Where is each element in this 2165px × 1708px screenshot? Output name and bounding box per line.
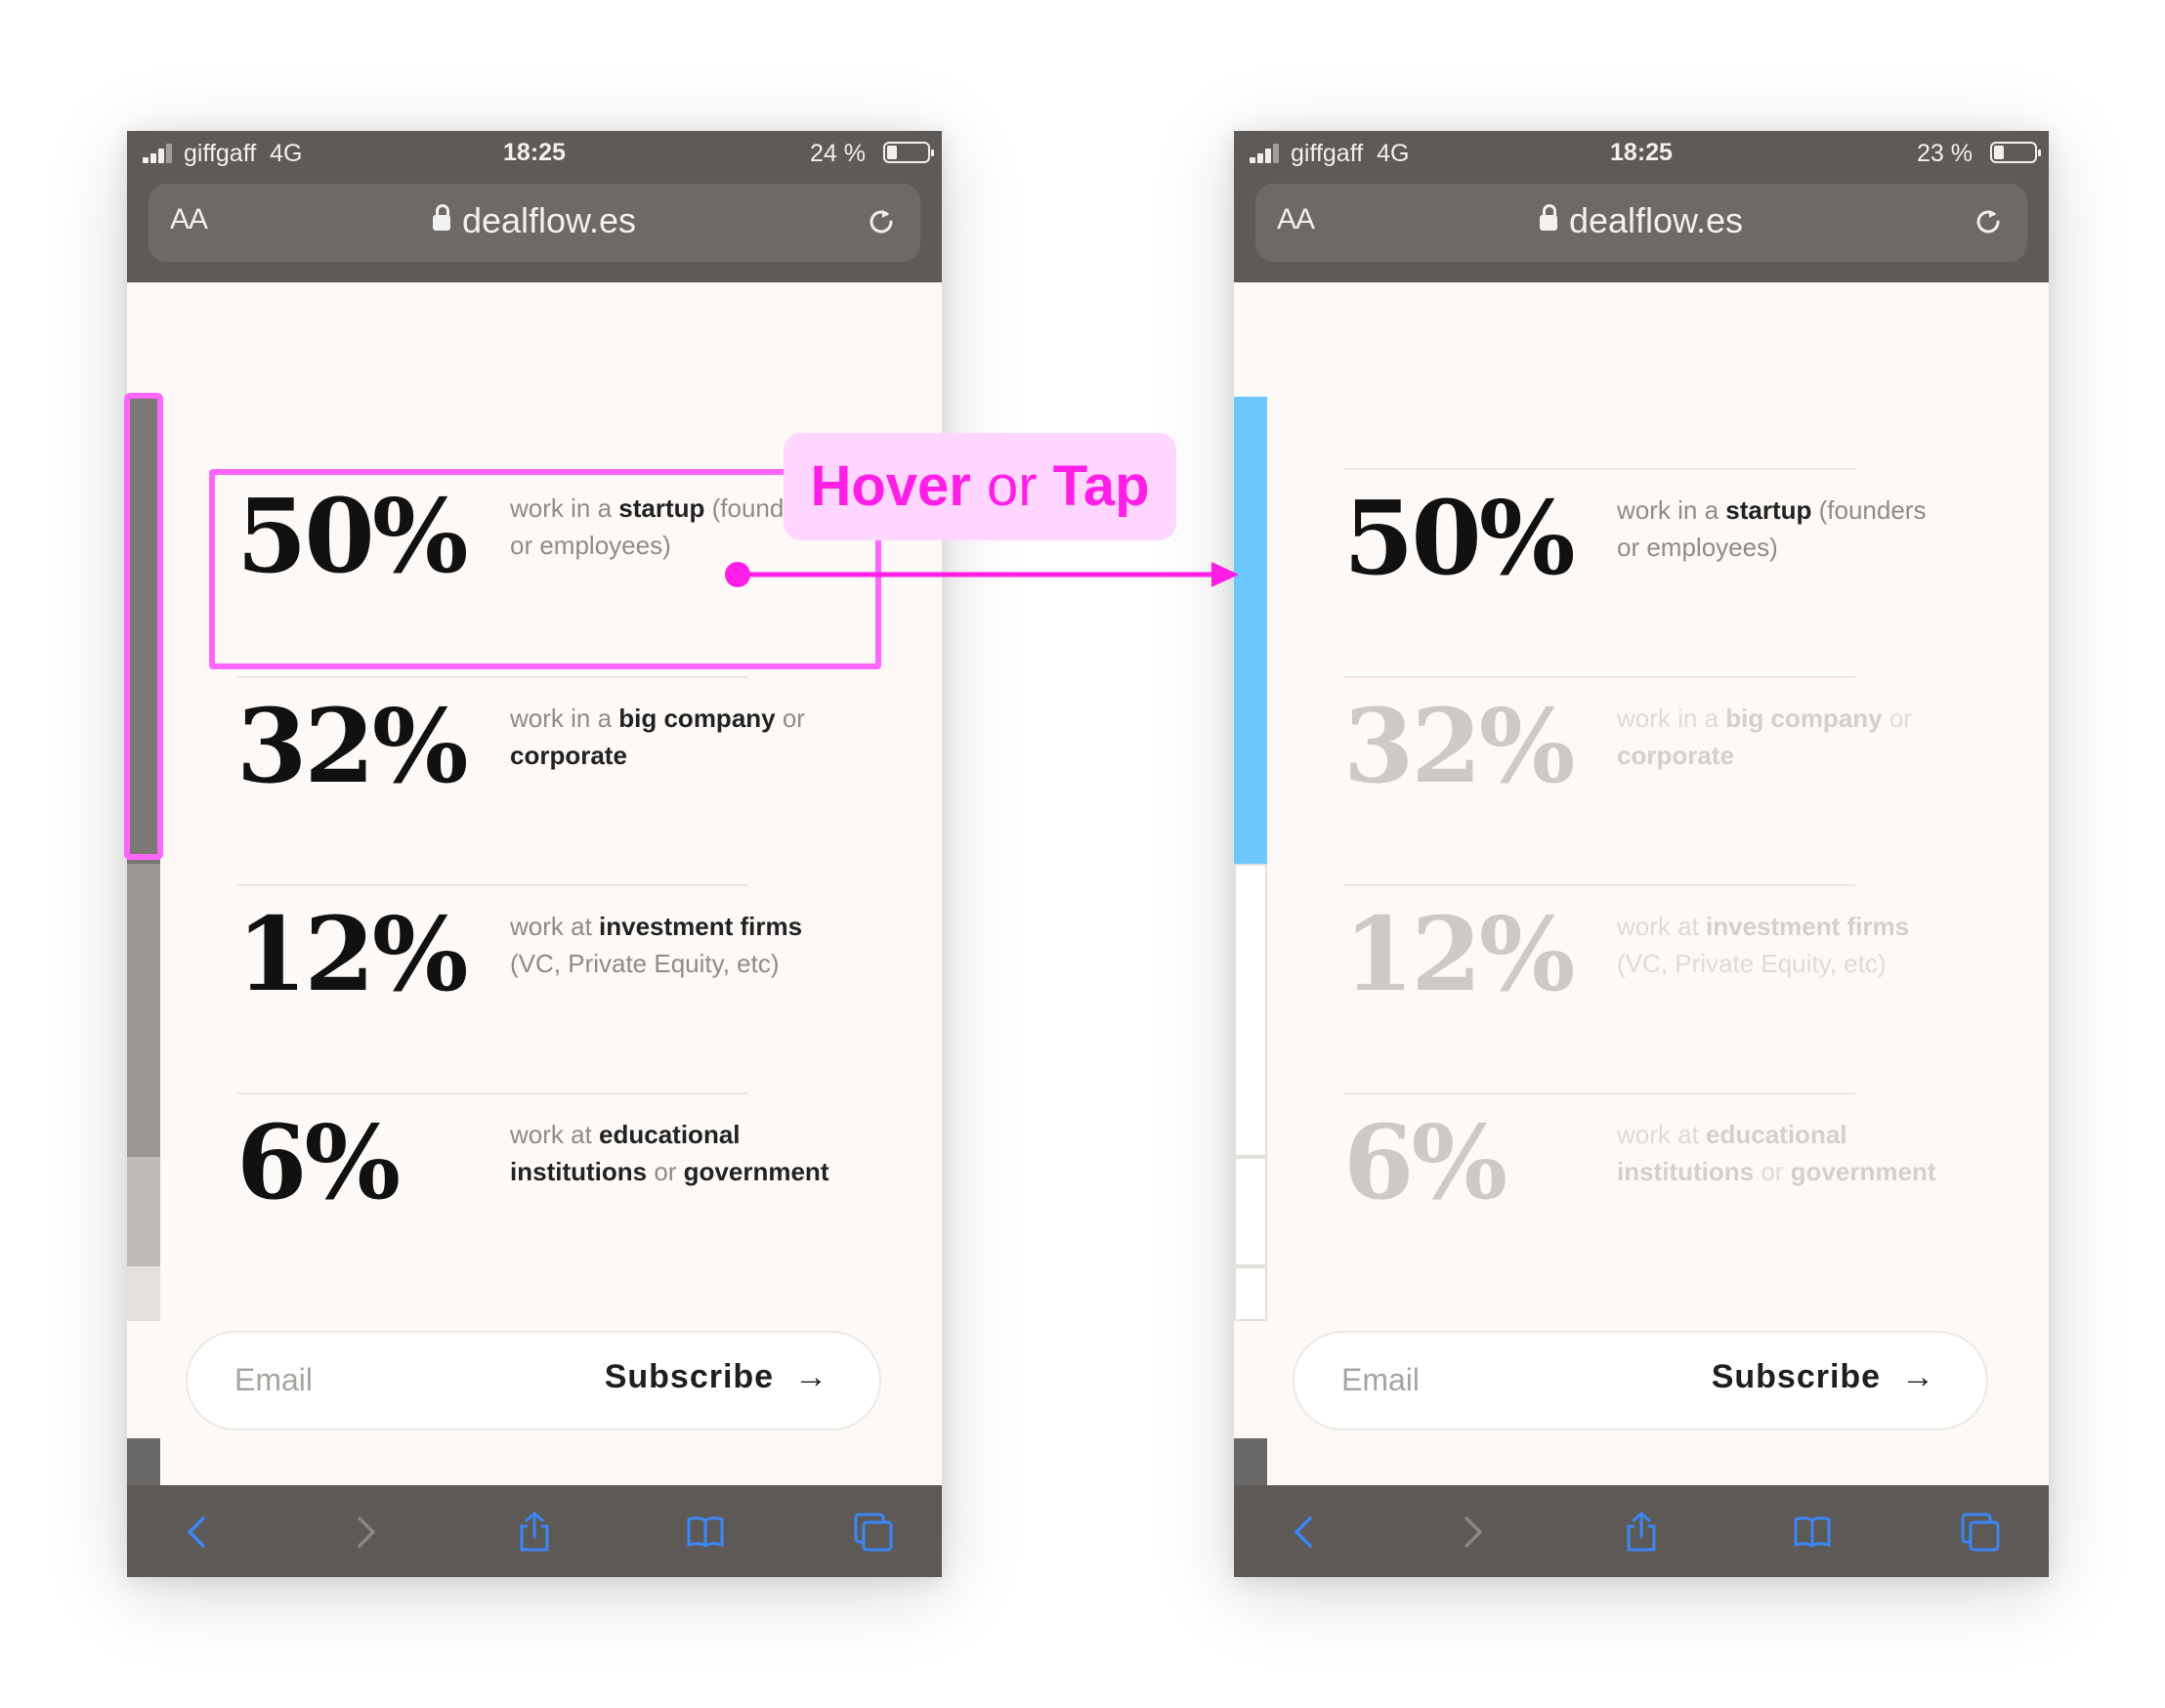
battery-icon xyxy=(883,142,934,163)
scroll-indicator xyxy=(1234,1438,1267,1485)
share-icon[interactable] xyxy=(1620,1511,1663,1554)
stat-description: work in a big company or corporate xyxy=(510,704,805,770)
browser-toolbar xyxy=(127,1485,942,1577)
stat-description: work at investment firms (VC, Private Eq… xyxy=(1617,912,1910,978)
tabs-icon[interactable] xyxy=(852,1511,895,1554)
tabs-icon[interactable] xyxy=(1959,1511,2002,1554)
stat-row-education-government[interactable]: 6% work at educational institutions or g… xyxy=(236,1092,828,1302)
browser-header: giffgaff 4G 18:25 23 % AA dealflow.es xyxy=(1234,131,2049,282)
reload-icon[interactable] xyxy=(864,204,899,239)
lock-icon xyxy=(432,204,450,231)
stat-description: work at educational institutions or gove… xyxy=(510,1120,829,1186)
stat-row-investment-firms[interactable]: 12% work at investment firms (VC, Privat… xyxy=(1343,884,1909,1094)
subscribe-button[interactable]: Subscribe → xyxy=(605,1358,828,1396)
bookmarks-icon[interactable] xyxy=(684,1511,727,1554)
stat-row-startup[interactable]: 50% work in a startup (founders or emplo… xyxy=(1343,468,1926,678)
email-input[interactable]: Email xyxy=(234,1362,313,1398)
stat-percent: 6% xyxy=(1343,1102,1507,1222)
battery-percent: 24 % xyxy=(810,140,866,167)
progress-track-big-company xyxy=(127,864,160,1157)
progress-track-education xyxy=(127,1266,160,1321)
stat-description: work at educational institutions or gove… xyxy=(1617,1120,1936,1186)
stat-description: work in a startup (founders or employees… xyxy=(1617,495,1927,562)
stat-percent: 12% xyxy=(236,894,469,1014)
battery-percent: 23 % xyxy=(1917,140,1973,167)
progress-track-big-company xyxy=(1234,864,1267,1157)
url-text[interactable]: dealflow.es xyxy=(1569,200,1743,240)
stat-description: work at investment firms (VC, Private Eq… xyxy=(510,912,803,978)
reload-icon[interactable] xyxy=(1971,204,2006,239)
bookmarks-icon[interactable] xyxy=(1791,1511,1834,1554)
subscribe-form: Email Subscribe → xyxy=(1293,1331,1988,1430)
email-input[interactable]: Email xyxy=(1341,1362,1420,1398)
address-bar[interactable]: AA dealflow.es xyxy=(149,184,920,262)
stat-percent: 32% xyxy=(236,686,469,806)
hover-or-tap-callout: Hover or Tap xyxy=(784,433,1176,540)
forward-icon[interactable] xyxy=(1451,1511,1494,1554)
progress-track-investment xyxy=(1234,1157,1267,1266)
stat-percent: 6% xyxy=(236,1102,401,1222)
forward-icon[interactable] xyxy=(344,1511,387,1554)
subscribe-button[interactable]: Subscribe → xyxy=(1712,1358,1935,1396)
address-bar[interactable]: AA dealflow.es xyxy=(1255,184,2027,262)
progress-track-startup-active xyxy=(1234,397,1267,864)
status-bar: giffgaff 4G 18:25 24 % xyxy=(127,131,942,178)
arrow-right-icon: → xyxy=(794,1358,828,1395)
progress-track-education xyxy=(1234,1266,1267,1321)
stat-description: work in a big company or corporate xyxy=(1617,704,1912,770)
stat-row-education-government[interactable]: 6% work at educational institutions or g… xyxy=(1343,1092,1935,1302)
stat-percent: 12% xyxy=(1343,894,1576,1014)
browser-toolbar xyxy=(1234,1485,2049,1577)
stat-row-big-company[interactable]: 32% work in a big company or corporate xyxy=(1343,676,1912,886)
track-highlight-outline xyxy=(124,393,163,860)
stat-percent: 50% xyxy=(1343,478,1576,598)
back-icon[interactable] xyxy=(176,1511,219,1554)
subscribe-form: Email Subscribe → xyxy=(186,1331,881,1430)
stat-row-big-company[interactable]: 32% work in a big company or corporate xyxy=(236,676,805,886)
browser-header: giffgaff 4G 18:25 24 % AA dealflow.es xyxy=(127,131,942,282)
status-bar: giffgaff 4G 18:25 23 % xyxy=(1234,131,2049,178)
url-text[interactable]: dealflow.es xyxy=(462,200,636,240)
arrow-right-icon: → xyxy=(1901,1358,1935,1395)
share-icon[interactable] xyxy=(513,1511,556,1554)
phone-screen-before: giffgaff 4G 18:25 24 % AA dealflow.es 50… xyxy=(127,131,942,1577)
scroll-indicator xyxy=(127,1438,160,1485)
back-icon[interactable] xyxy=(1283,1511,1326,1554)
battery-icon xyxy=(1990,142,2041,163)
phone-screen-after: giffgaff 4G 18:25 23 % AA dealflow.es 50… xyxy=(1234,131,2049,1577)
lock-icon xyxy=(1539,204,1557,231)
stat-row-investment-firms[interactable]: 12% work at investment firms (VC, Privat… xyxy=(236,884,802,1094)
progress-track-investment xyxy=(127,1157,160,1266)
transition-arrow-icon xyxy=(725,562,1239,587)
stat-percent: 32% xyxy=(1343,686,1576,806)
